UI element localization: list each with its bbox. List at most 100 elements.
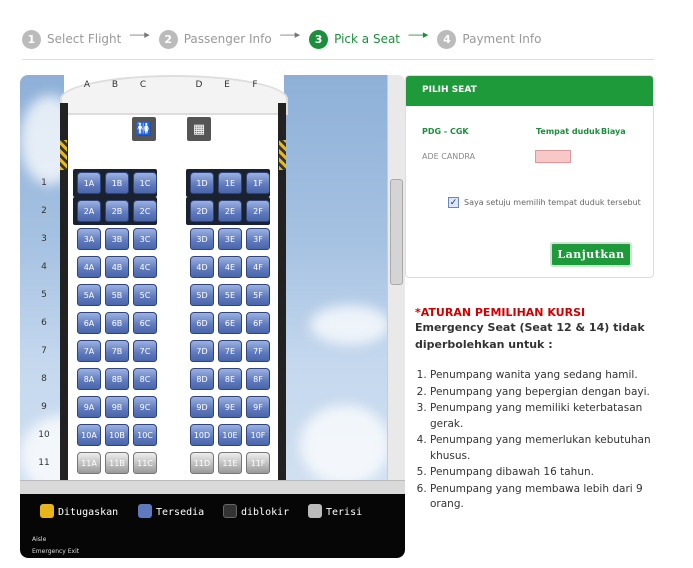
seat-8d[interactable]: 8D	[190, 368, 214, 390]
step-passenger-info[interactable]: 2 Passenger Info	[158, 28, 272, 50]
seat-10f[interactable]: 10F	[246, 424, 270, 446]
seat-1b[interactable]: 1B	[105, 172, 129, 194]
passenger-name: ADE CANDRA	[422, 152, 476, 161]
seat-10e[interactable]: 10E	[218, 424, 242, 446]
row-number: 1	[41, 178, 47, 188]
seat-9d[interactable]: 9D	[190, 396, 214, 418]
seat-5f[interactable]: 5F	[246, 284, 270, 306]
seat-10a[interactable]: 10A	[77, 424, 101, 446]
seat-2e[interactable]: 2E	[218, 200, 242, 222]
scrollbar-thumb[interactable]	[390, 179, 403, 285]
seat-9c[interactable]: 9C	[133, 396, 157, 418]
seat-6b[interactable]: 6B	[105, 312, 129, 334]
seat-1c[interactable]: 1C	[133, 172, 157, 194]
seat-map: 🚻 ▦ A B C D E F 1 1A 1B 1C 1D 1E 1F 2 2A 2B 2C 2D 2E 2F 3 3A 3…	[20, 75, 405, 558]
step-select-flight[interactable]: 1 Select Flight	[22, 28, 121, 50]
seat-4b[interactable]: 4B	[105, 256, 129, 278]
seat-1a[interactable]: 1A	[77, 172, 101, 194]
legend-blocked: diblokir	[223, 504, 289, 518]
selected-seat-field[interactable]	[535, 150, 571, 163]
seat-1e[interactable]: 1E	[218, 172, 242, 194]
seat-11b[interactable]: 11B	[105, 452, 129, 474]
seat-9a[interactable]: 9A	[77, 396, 101, 418]
seat-10d[interactable]: 10D	[190, 424, 214, 446]
seat-3e[interactable]: 3E	[218, 228, 242, 250]
seat-11f[interactable]: 11F	[246, 452, 270, 474]
step-payment-info[interactable]: 4 Payment Info	[437, 28, 541, 50]
seat-3c[interactable]: 3C	[133, 228, 157, 250]
seat-7e[interactable]: 7E	[218, 340, 242, 362]
seat-2d[interactable]: 2D	[190, 200, 214, 222]
exit-marker-right	[279, 140, 286, 170]
seat-2a[interactable]: 2A	[77, 200, 101, 222]
seat-4f[interactable]: 4F	[246, 256, 270, 278]
seat-7b[interactable]: 7B	[105, 340, 129, 362]
seat-8b[interactable]: 8B	[105, 368, 129, 390]
seat-9f[interactable]: 9F	[246, 396, 270, 418]
seat-7d[interactable]: 7D	[190, 340, 214, 362]
row-number: 8	[41, 374, 47, 384]
seat-9e[interactable]: 9E	[218, 396, 242, 418]
seat-8a[interactable]: 8A	[77, 368, 101, 390]
cost-column-header: Biaya	[601, 127, 626, 136]
horizontal-scrollbar[interactable]	[20, 480, 405, 494]
step-number: 1	[22, 29, 41, 49]
seat-4d[interactable]: 4D	[190, 256, 214, 278]
seat-11c[interactable]: 11C	[133, 452, 157, 474]
legend-label: Terisi	[326, 507, 363, 518]
seat-3a[interactable]: 3A	[77, 228, 101, 250]
seat-1f[interactable]: 1F	[246, 172, 270, 194]
step-label: Pick a Seat	[334, 32, 401, 46]
seat-8f[interactable]: 8F	[246, 368, 270, 390]
seat-7c[interactable]: 7C	[133, 340, 157, 362]
seat-2c[interactable]: 2C	[133, 200, 157, 222]
seat-11e[interactable]: 11E	[218, 452, 242, 474]
seat-5e[interactable]: 5E	[218, 284, 242, 306]
seat-5a[interactable]: 5A	[77, 284, 101, 306]
rule-item: Penumpang dibawah 16 tahun.	[430, 465, 655, 481]
seat-1d[interactable]: 1D	[190, 172, 214, 194]
rules-list: Penumpang wanita yang sedang hamil. Penu…	[415, 368, 655, 513]
seat-4c[interactable]: 4C	[133, 256, 157, 278]
column-letter-f: F	[252, 80, 258, 90]
seat-3b[interactable]: 3B	[105, 228, 129, 250]
seat-6c[interactable]: 6C	[133, 312, 157, 334]
legend-aisle: Aisle	[32, 536, 47, 543]
seat-10c[interactable]: 10C	[133, 424, 157, 446]
continue-button[interactable]: Lanjutkan	[550, 242, 632, 267]
cloud	[300, 405, 390, 485]
seat-11d[interactable]: 11D	[190, 452, 214, 474]
seat-rules: *ATURAN PEMILIHAN KURSI Emergency Seat (…	[415, 306, 655, 514]
seat-6a[interactable]: 6A	[77, 312, 101, 334]
seat-3d[interactable]: 3D	[190, 228, 214, 250]
step-label: Payment Info	[462, 32, 542, 46]
column-letter-d: D	[195, 80, 203, 90]
seat-5d[interactable]: 5D	[190, 284, 214, 306]
seat-6d[interactable]: 6D	[190, 312, 214, 334]
seat-5b[interactable]: 5B	[105, 284, 129, 306]
seat-4a[interactable]: 4A	[77, 256, 101, 278]
row-number: 9	[41, 402, 47, 412]
seat-4e[interactable]: 4E	[218, 256, 242, 278]
seat-3f[interactable]: 3F	[246, 228, 270, 250]
legend-available: Tersedia	[138, 504, 204, 518]
seat-8e[interactable]: 8E	[218, 368, 242, 390]
legend-label: Ditugaskan	[58, 507, 119, 518]
seat-7f[interactable]: 7F	[246, 340, 270, 362]
seat-5c[interactable]: 5C	[133, 284, 157, 306]
agree-row[interactable]: ✓ Saya setuju memilih tempat duduk terse…	[448, 197, 641, 208]
seat-8c[interactable]: 8C	[133, 368, 157, 390]
blocked-seat-icon	[223, 504, 237, 518]
seat-9b[interactable]: 9B	[105, 396, 129, 418]
step-pick-a-seat[interactable]: 3 Pick a Seat	[309, 28, 400, 50]
seat-7a[interactable]: 7A	[77, 340, 101, 362]
agree-checkbox[interactable]: ✓	[448, 197, 459, 208]
row-number: 2	[41, 206, 47, 216]
seat-2b[interactable]: 2B	[105, 200, 129, 222]
seat-6f[interactable]: 6F	[246, 312, 270, 334]
booking-steps: 1 Select Flight -----▸ 2 Passenger Info …	[22, 28, 654, 60]
seat-6e[interactable]: 6E	[218, 312, 242, 334]
seat-10b[interactable]: 10B	[105, 424, 129, 446]
seat-11a[interactable]: 11A	[77, 452, 101, 474]
seat-2f[interactable]: 2F	[246, 200, 270, 222]
